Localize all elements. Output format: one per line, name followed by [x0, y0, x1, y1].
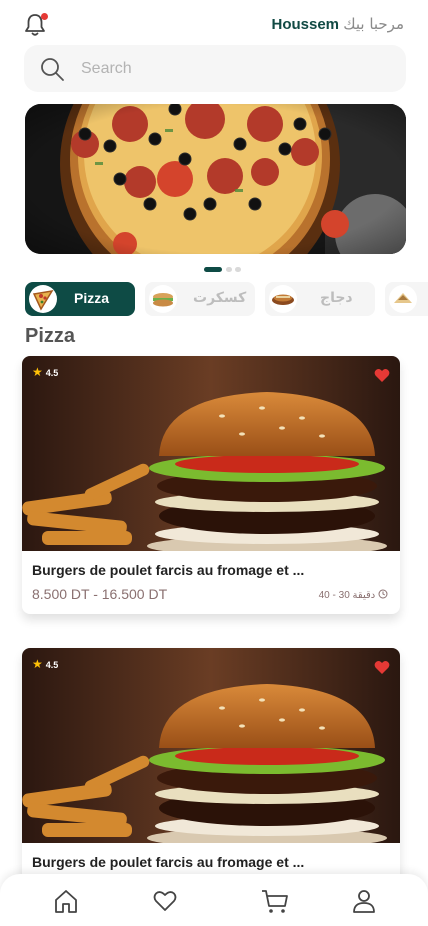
- notification-button[interactable]: [22, 12, 48, 38]
- category-chicken[interactable]: دجاج: [265, 282, 375, 316]
- sandwich-icon: [149, 285, 177, 313]
- category-sandwich[interactable]: كسكرت: [145, 282, 255, 316]
- heart-icon[interactable]: [374, 368, 390, 383]
- header: مرحبا بيك Houssem: [22, 10, 406, 40]
- star-icon: ★: [32, 365, 43, 379]
- category-pizza[interactable]: Pizza: [25, 282, 135, 316]
- search-icon: [41, 58, 64, 81]
- notification-badge: [41, 13, 48, 20]
- section-title: Pizza: [25, 325, 76, 347]
- chicken-icon: [269, 285, 297, 313]
- time-range: 30 - 40: [318, 590, 350, 601]
- rating-value: 4.5: [45, 368, 59, 378]
- product-title: Burgers de poulet farcis au fromage et .…: [32, 854, 305, 870]
- promo-banner[interactable]: [25, 104, 406, 254]
- category-wrap[interactable]: [385, 282, 428, 316]
- product-price: 8.500 DT - 16.500 DT: [32, 586, 168, 602]
- category-list: Pizza كسكرت دجاج: [25, 282, 428, 318]
- category-label: Pizza: [74, 290, 110, 306]
- pizza-slice-icon: [29, 285, 57, 313]
- profile-icon[interactable]: [351, 888, 377, 914]
- product-image: [22, 648, 400, 848]
- search-bar: [24, 45, 406, 92]
- product-card[interactable]: ★ 4.5 Burgers de poulet farcis au fromage…: [22, 356, 400, 614]
- clock-icon: [378, 589, 388, 599]
- product-card[interactable]: ★ 4.5 Burgers de poulet farcis au fromage…: [22, 648, 400, 906]
- bottom-nav: [0, 874, 428, 926]
- delivery-time: دقيقة 30 - 40: [319, 589, 388, 601]
- pagination-dot[interactable]: [226, 267, 232, 272]
- pizza-image: [25, 104, 406, 254]
- heart-icon[interactable]: [374, 660, 390, 675]
- cart-icon[interactable]: [261, 888, 289, 914]
- rating-value: 4.5: [45, 660, 59, 670]
- search-input[interactable]: [81, 45, 391, 92]
- pagination-dot-active[interactable]: [204, 267, 222, 272]
- wrap-icon: [389, 285, 417, 313]
- home-icon[interactable]: [53, 888, 79, 914]
- product-title: Burgers de poulet farcis au fromage et .…: [32, 562, 305, 578]
- heart-icon[interactable]: [152, 888, 178, 914]
- category-label: دجاج: [320, 290, 353, 306]
- star-icon: ★: [32, 657, 43, 671]
- time-unit: دقيقة: [352, 590, 376, 601]
- rating-badge: ★ 4.5: [32, 365, 58, 379]
- category-label: كسكرت: [193, 290, 247, 306]
- user-name: Houssem: [271, 16, 340, 33]
- product-image: [22, 356, 400, 556]
- greeting-text: مرحبا بيك: [343, 15, 404, 33]
- pagination-dot[interactable]: [235, 267, 241, 272]
- rating-badge: ★ 4.5: [32, 657, 58, 671]
- greeting: مرحبا بيك Houssem: [272, 15, 405, 33]
